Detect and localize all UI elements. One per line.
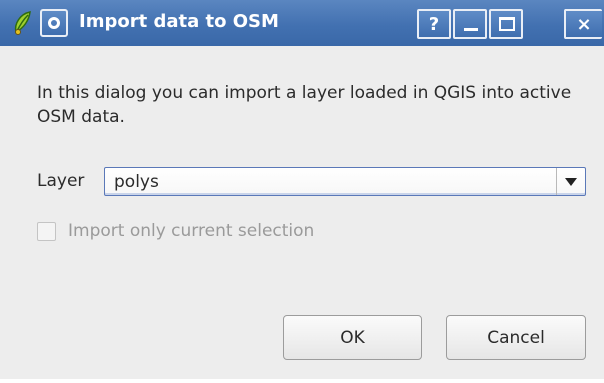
close-button[interactable]: × — [564, 9, 602, 39]
import-selection-checkbox[interactable] — [37, 222, 56, 241]
import-osm-dialog: Import data to OSM ? × In this dialog yo… — [0, 0, 604, 383]
window-menu-icon — [48, 17, 60, 29]
title-bar[interactable]: Import data to OSM ? × — [0, 0, 604, 46]
help-button[interactable]: ? — [417, 9, 451, 39]
chevron-down-icon — [565, 177, 577, 186]
layer-select-value: polys — [114, 172, 159, 192]
close-icon: × — [576, 13, 592, 35]
import-selection-label: Import only current selection — [68, 221, 315, 241]
qgis-leaf-icon[interactable] — [12, 10, 34, 36]
minimize-button[interactable] — [453, 9, 487, 39]
maximize-icon — [499, 17, 515, 31]
cancel-button[interactable]: Cancel — [446, 315, 586, 360]
window-title: Import data to OSM — [79, 11, 279, 32]
minimize-icon — [464, 28, 478, 31]
help-icon: ? — [428, 13, 440, 35]
layer-dropdown-button[interactable] — [556, 168, 585, 195]
window-bottom-edge — [0, 379, 604, 383]
layer-label: Layer — [37, 171, 85, 191]
window-menu-button[interactable] — [40, 9, 68, 37]
dialog-description: In this dialog you can import a layer lo… — [37, 83, 572, 127]
ok-button[interactable]: OK — [283, 315, 422, 360]
maximize-button[interactable] — [489, 9, 523, 39]
layer-select[interactable]: polys — [104, 167, 586, 196]
